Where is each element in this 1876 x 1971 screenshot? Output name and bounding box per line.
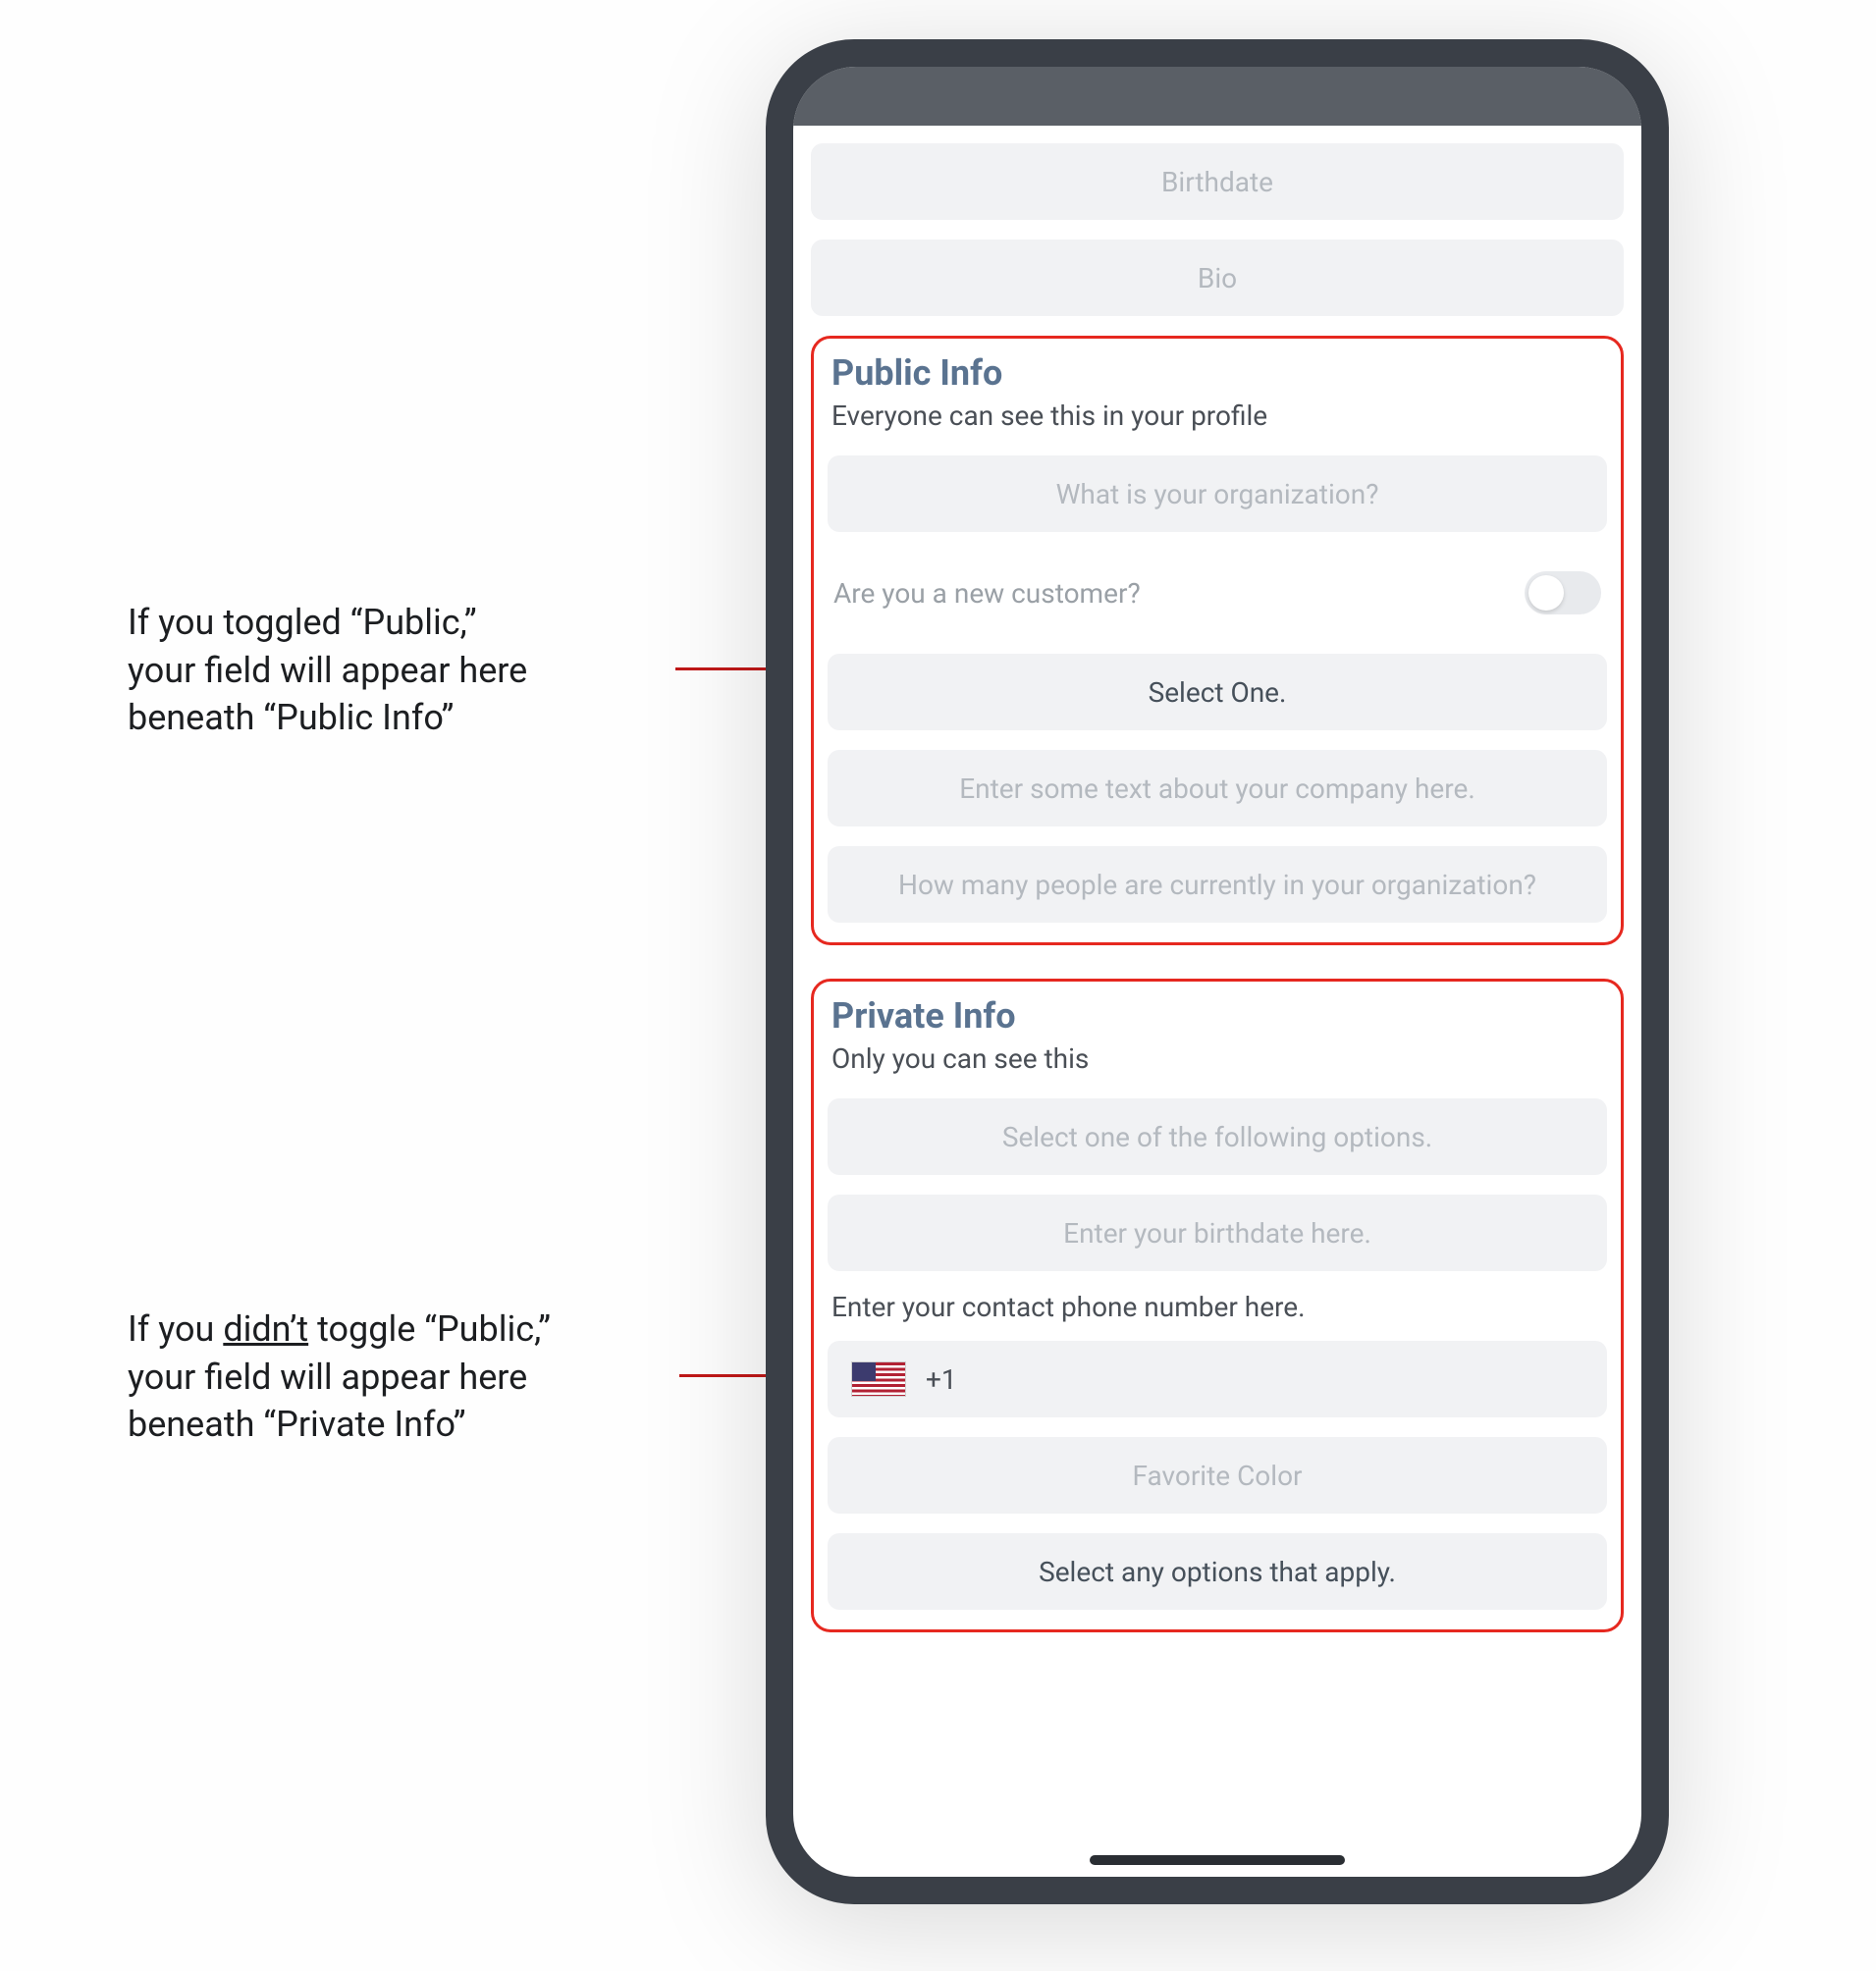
- us-flag-icon: [851, 1361, 906, 1397]
- annotation-text-underlined: didn’t: [223, 1308, 308, 1350]
- country-code: +1: [926, 1363, 957, 1396]
- phone-mockup: Birthdate Bio Public Info Everyone can s…: [766, 39, 1669, 1904]
- screen-content: Birthdate Bio Public Info Everyone can s…: [793, 126, 1641, 1877]
- public-info-subtitle: Everyone can see this in your profile: [828, 400, 1607, 432]
- organization-input[interactable]: What is your organization?: [828, 455, 1607, 532]
- select-one-dropdown[interactable]: Select One.: [828, 654, 1607, 730]
- annotation-text: If you toggled “Public,”: [128, 602, 477, 643]
- field-label: Bio: [1198, 262, 1237, 294]
- annotation-public: If you toggled “Public,” your field will…: [128, 599, 677, 742]
- toggle-knob: [1528, 575, 1564, 611]
- annotation-text: toggle “Public,”: [308, 1308, 551, 1350]
- field-label: Select One.: [1149, 676, 1287, 709]
- annotation-text: If you: [128, 1308, 223, 1350]
- placeholder-text: Favorite Color: [1132, 1460, 1302, 1492]
- annotation-text: beneath “Public Info”: [128, 697, 454, 738]
- company-text-input[interactable]: Enter some text about your company here.: [828, 750, 1607, 826]
- field-label: Select any options that apply.: [1039, 1556, 1396, 1588]
- select-options-dropdown[interactable]: Select one of the following options.: [828, 1098, 1607, 1175]
- annotation-text: your field will appear here: [128, 1357, 527, 1398]
- field-label: Birthdate: [1161, 166, 1273, 198]
- phone-screen: Birthdate Bio Public Info Everyone can s…: [793, 67, 1641, 1877]
- placeholder-text: Enter some text about your company here.: [959, 772, 1474, 805]
- status-bar: [793, 67, 1641, 126]
- bio-field[interactable]: Bio: [811, 240, 1624, 316]
- toggle-label: Are you a new customer?: [833, 577, 1141, 610]
- phone-country-selector[interactable]: +1: [828, 1341, 1607, 1417]
- public-info-title: Public Info: [828, 352, 1607, 394]
- placeholder-text: How many people are currently in your or…: [898, 869, 1536, 901]
- new-customer-row: Are you a new customer?: [828, 552, 1607, 634]
- placeholder-text: What is your organization?: [1056, 478, 1379, 510]
- home-indicator: [1090, 1855, 1345, 1865]
- annotation-text: your field will appear here: [128, 650, 527, 691]
- placeholder-text: Enter your birthdate here.: [1063, 1217, 1371, 1250]
- private-info-section: Private Info Only you can see this Selec…: [811, 979, 1624, 1632]
- private-info-subtitle: Only you can see this: [828, 1042, 1607, 1075]
- new-customer-toggle[interactable]: [1525, 571, 1601, 614]
- annotation-private: If you didn’t toggle “Public,” your fiel…: [128, 1305, 677, 1449]
- phone-frame: Birthdate Bio Public Info Everyone can s…: [766, 39, 1669, 1904]
- placeholder-text: Select one of the following options.: [1002, 1121, 1432, 1153]
- phone-label: Enter your contact phone number here.: [828, 1291, 1607, 1323]
- private-info-title: Private Info: [828, 995, 1607, 1037]
- favorite-color-input[interactable]: Favorite Color: [828, 1437, 1607, 1514]
- birthdate-input[interactable]: Enter your birthdate here.: [828, 1195, 1607, 1271]
- annotation-text: beneath “Private Info”: [128, 1404, 466, 1445]
- select-apply-dropdown[interactable]: Select any options that apply.: [828, 1533, 1607, 1610]
- people-count-input[interactable]: How many people are currently in your or…: [828, 846, 1607, 923]
- public-info-section: Public Info Everyone can see this in you…: [811, 336, 1624, 945]
- birthdate-field[interactable]: Birthdate: [811, 143, 1624, 220]
